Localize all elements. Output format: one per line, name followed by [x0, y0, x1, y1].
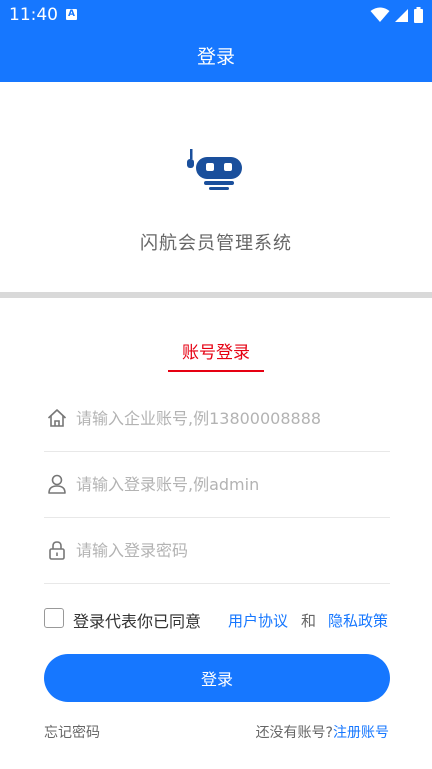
- privacy-policy-link[interactable]: 隐私政策: [328, 610, 388, 631]
- agreement-text: 登录代表你已同意: [73, 612, 202, 631]
- agreement-checkbox[interactable]: [44, 608, 64, 628]
- section-divider: [0, 292, 432, 298]
- agreement-row: 登录代表你已同意 用户协议 和 隐私政策: [44, 606, 390, 632]
- notification-icon: A: [66, 9, 77, 20]
- status-icons: [370, 7, 423, 23]
- signal-icon: [394, 9, 408, 22]
- hero-section: 闪航会员管理系统: [0, 82, 432, 292]
- lock-icon: [49, 541, 65, 560]
- forgot-password-link[interactable]: 忘记密码: [44, 722, 100, 742]
- register-link[interactable]: 注册账号: [333, 725, 389, 741]
- battery-icon: [414, 7, 423, 23]
- app-name: 闪航会员管理系统: [140, 233, 292, 254]
- username-input[interactable]: [76, 469, 386, 499]
- company-account-input[interactable]: [76, 403, 386, 433]
- robot-logo-icon: [187, 149, 242, 190]
- user-agreement-link[interactable]: 用户协议: [228, 610, 288, 631]
- app-header: 11:40 A 登录: [0, 0, 432, 82]
- no-account-text: 还没有账号?: [255, 725, 333, 741]
- home-icon: [47, 409, 67, 427]
- login-button[interactable]: 登录: [44, 654, 390, 702]
- agreement-and: 和: [301, 612, 317, 630]
- password-input[interactable]: [76, 535, 386, 565]
- status-bar: 11:40 A: [0, 0, 432, 30]
- wifi-icon: [370, 7, 390, 22]
- status-time: 11:40: [9, 5, 58, 25]
- user-icon: [48, 474, 66, 494]
- page-title: 登录: [196, 46, 235, 68]
- register-prompt: 还没有账号?注册账号: [256, 722, 389, 742]
- tab-account-login[interactable]: 账号登录: [168, 338, 264, 363]
- password-field: [44, 517, 390, 584]
- tab-active-indicator: [168, 370, 264, 372]
- username-field: [44, 451, 390, 518]
- company-account-field: [44, 385, 390, 452]
